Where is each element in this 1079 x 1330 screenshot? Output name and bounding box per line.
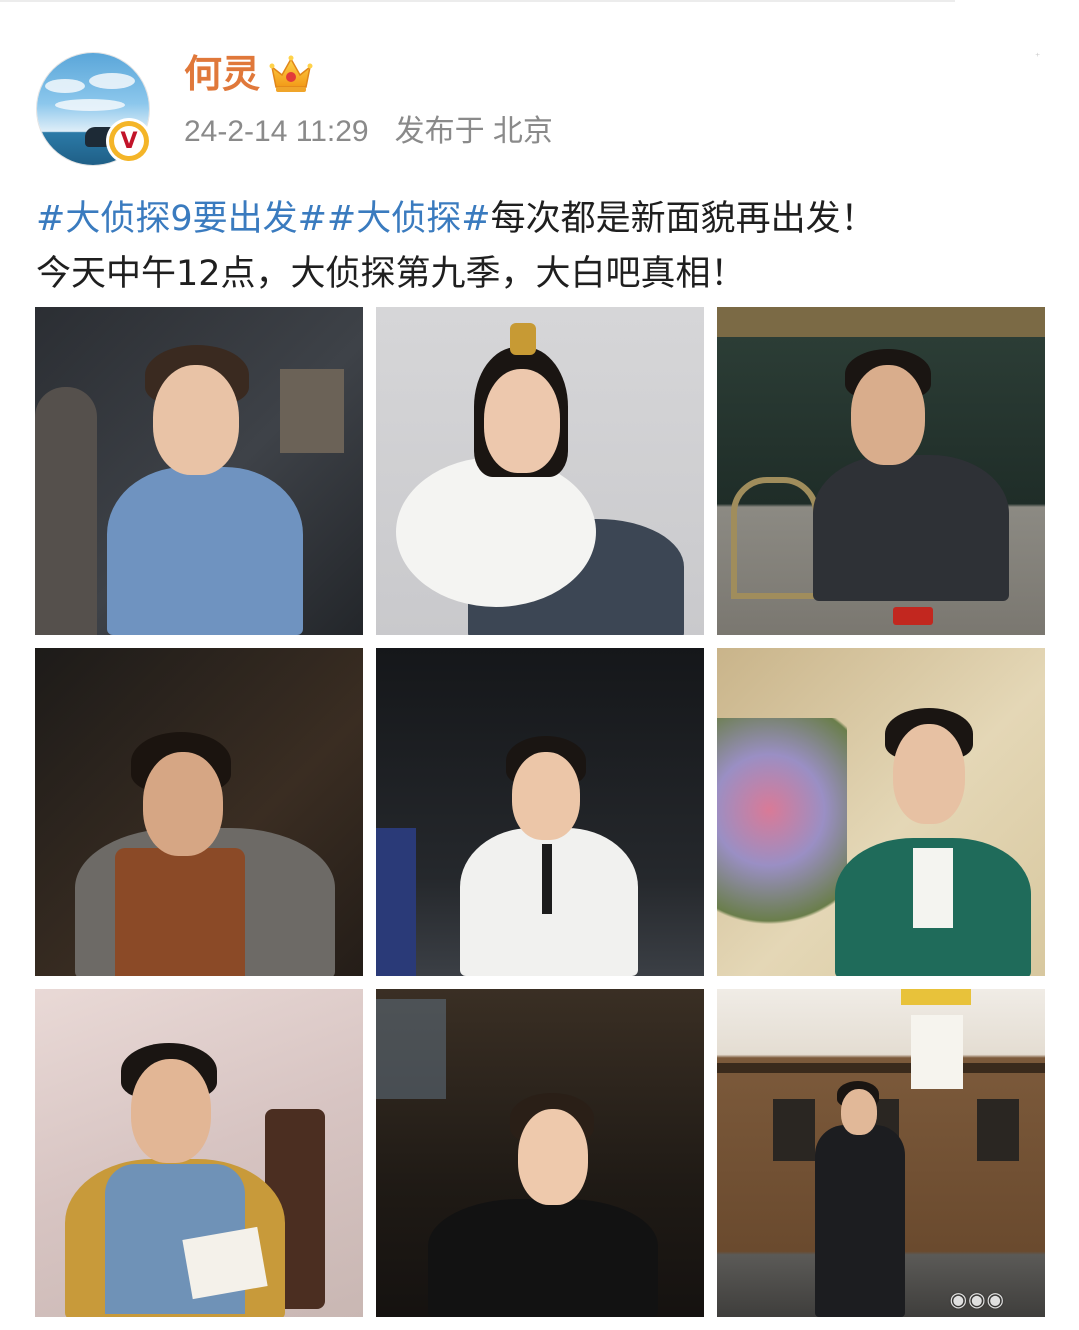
author-name[interactable]: 何灵 [184, 50, 260, 98]
grid-photo-3[interactable] [717, 307, 1045, 635]
verified-badge-icon: V [109, 121, 149, 161]
hashtag-link[interactable]: #大侦探9要出发# [36, 199, 327, 239]
grid-photo-1[interactable] [35, 307, 363, 635]
watermark-icon: ◉◉◉ [949, 1287, 1005, 1311]
post-timestamp: 24-2-14 11:29 [184, 115, 369, 148]
grid-photo-9[interactable]: ◉◉◉ [717, 989, 1045, 1317]
hashtag-link[interactable]: #大侦探# [327, 199, 491, 239]
post-meta: 24-2-14 11:29 发布于 北京 [184, 112, 553, 152]
post-text-line-2: 今天中午12点，大侦探第九季，大白吧真相！ [36, 254, 746, 294]
top-divider [0, 0, 955, 2]
grid-photo-5[interactable] [376, 648, 704, 976]
verified-letter: V [120, 128, 138, 154]
image-grid: ◉◉◉ [35, 307, 1046, 1319]
grid-photo-2[interactable] [376, 307, 704, 635]
crown-icon [269, 55, 313, 92]
grid-photo-6[interactable] [717, 648, 1045, 976]
grid-photo-4[interactable] [35, 648, 363, 976]
post-text-line-1: 每次都是新面貌再出发！ [490, 199, 876, 239]
post-location: 发布于 北京 [394, 115, 553, 148]
grid-photo-8[interactable] [376, 989, 704, 1317]
grid-photo-7[interactable] [35, 989, 363, 1317]
post-body: #大侦探9要出发##大侦探#每次都是新面貌再出发！ 今天中午12点，大侦探第九季… [36, 192, 1056, 302]
more-options-icon[interactable]: ⁺ [1035, 53, 1043, 63]
